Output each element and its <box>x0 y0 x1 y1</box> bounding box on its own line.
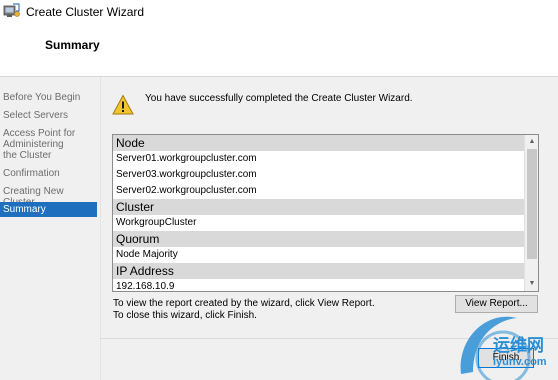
scroll-down-arrow-icon[interactable]: ▼ <box>525 277 538 291</box>
report-rows: Node Server01.workgroupcluster.com Serve… <box>113 135 525 292</box>
wizard-steps-sidebar: Before You Begin Select Servers Access P… <box>0 77 100 380</box>
cluster-wizard-icon <box>3 3 20 17</box>
page-title: Summary <box>45 38 100 52</box>
report-section-header: Node <box>113 135 525 151</box>
report-row: Server02.workgroupcluster.com <box>116 185 257 196</box>
report-row: Server01.workgroupcluster.com <box>116 153 257 164</box>
report-section-header: Quorum <box>113 231 525 247</box>
sidebar-item-access-point[interactable]: Access Point for Administering the Clust… <box>0 128 78 161</box>
summary-report[interactable]: Node Server01.workgroupcluster.com Serve… <box>112 134 539 292</box>
watermark-text-cn: 运维网 <box>493 336 544 355</box>
sidebar-item-before-you-begin[interactable]: Before You Begin <box>0 92 97 103</box>
close-wizard-hint: To close this wizard, click Finish. <box>113 310 257 321</box>
warning-icon <box>112 94 134 115</box>
scroll-thumb[interactable] <box>527 149 537 259</box>
report-row: WorkgroupCluster <box>116 217 197 228</box>
sidebar-item-confirmation[interactable]: Confirmation <box>0 168 97 179</box>
completion-message: You have successfully completed the Crea… <box>145 93 413 104</box>
report-row: Node Majority <box>116 249 178 260</box>
report-section-header: Cluster <box>113 199 525 215</box>
report-scrollbar[interactable]: ▲ ▼ <box>524 135 538 291</box>
sidebar-item-select-servers[interactable]: Select Servers <box>0 110 97 121</box>
view-report-button[interactable]: View Report... <box>455 295 538 313</box>
watermark-text-url: iyunv.com <box>493 356 547 368</box>
wizard-window: Create Cluster Wizard Summary Before You… <box>0 0 558 380</box>
title-bar: Create Cluster Wizard <box>0 0 558 24</box>
sidebar-item-summary[interactable]: Summary <box>0 202 97 217</box>
report-row: 192.168.10.9 <box>116 281 175 292</box>
wizard-header: Summary <box>0 24 558 76</box>
window-title: Create Cluster Wizard <box>26 5 145 19</box>
scroll-up-arrow-icon[interactable]: ▲ <box>525 135 538 149</box>
report-section-header: IP Address <box>113 263 525 279</box>
footer-divider <box>100 338 558 339</box>
report-row: Server03.workgroupcluster.com <box>116 169 257 180</box>
view-report-hint: To view the report created by the wizard… <box>113 298 375 309</box>
